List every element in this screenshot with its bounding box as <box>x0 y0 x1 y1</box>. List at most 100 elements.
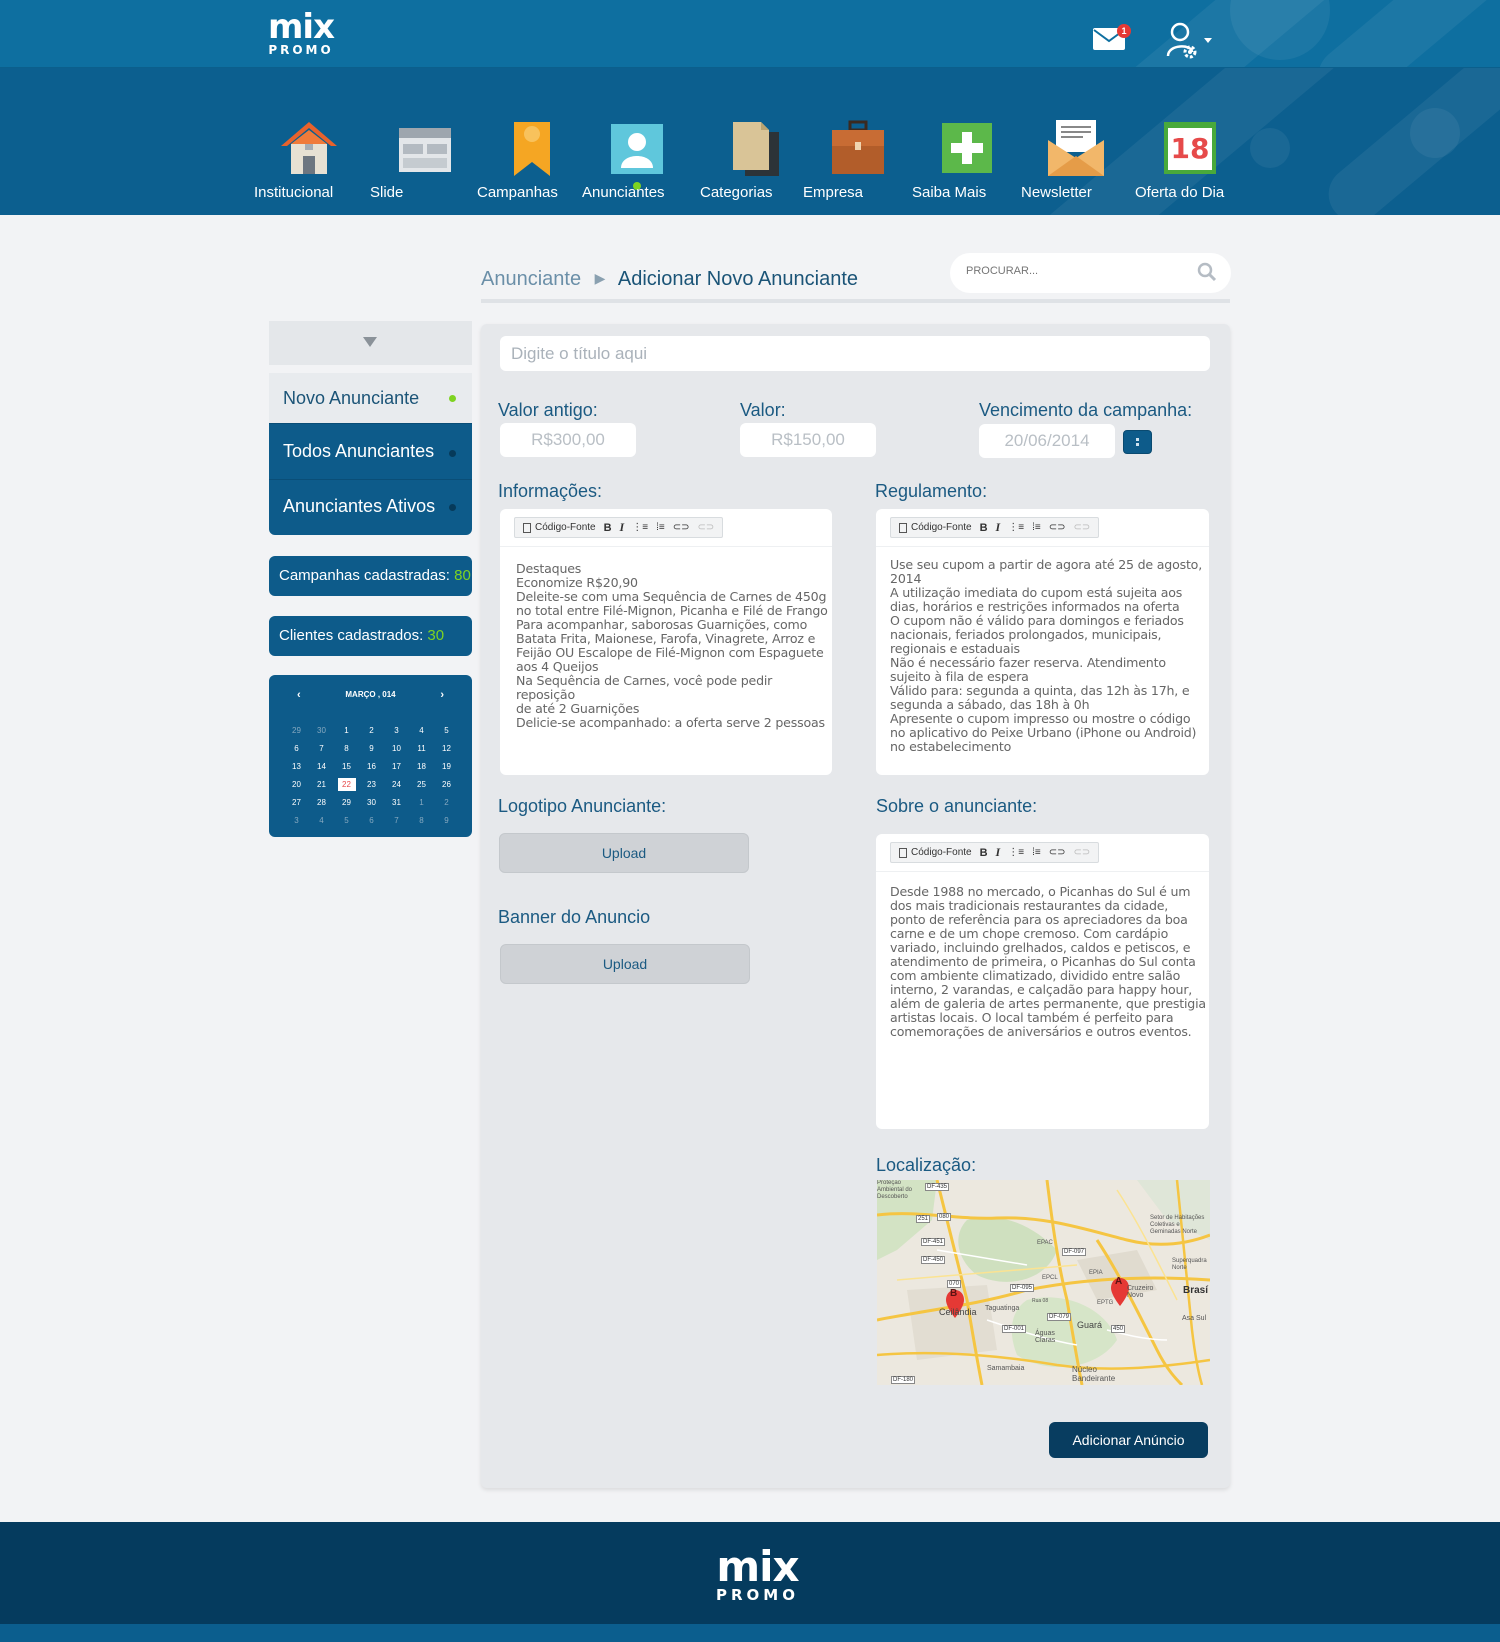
nav-item-institucional[interactable]: Institucional <box>254 118 364 201</box>
calendar-day[interactable]: 12 <box>434 740 459 758</box>
calendar-day[interactable]: 13 <box>284 758 309 776</box>
calendar-day[interactable]: 30 <box>309 722 334 740</box>
calendar-day[interactable]: 26 <box>434 776 459 794</box>
banner-upload-button[interactable]: Upload <box>500 944 750 984</box>
sidebar-toggle[interactable] <box>269 321 472 365</box>
nav-item-saiba-mais[interactable]: Saiba Mais <box>912 118 1022 201</box>
calendar-day[interactable]: 22 <box>334 776 359 794</box>
calendar-day[interactable]: 29 <box>334 794 359 812</box>
calendar-day[interactable]: 4 <box>409 722 434 740</box>
calendar-day[interactable]: 20 <box>284 776 309 794</box>
calendar-day[interactable]: 29 <box>284 722 309 740</box>
numbered-list-icon[interactable]: ⋮≡ <box>632 522 648 533</box>
unlink-icon[interactable]: ⊂⊃ <box>697 522 714 533</box>
envelope-icon[interactable]: 1 <box>1093 24 1131 55</box>
calendar-day[interactable]: 1 <box>334 722 359 740</box>
calendar-next-button[interactable]: › <box>440 687 444 703</box>
title-input[interactable] <box>500 336 1210 371</box>
nav-item-anunciantes[interactable]: Anunciantes <box>582 118 692 201</box>
calendar-day[interactable]: 7 <box>384 812 409 830</box>
briefcase-icon <box>828 118 888 178</box>
price-field[interactable] <box>740 423 876 457</box>
calendar-day[interactable]: 10 <box>384 740 409 758</box>
calendar-day[interactable]: 3 <box>284 812 309 830</box>
calendar-day[interactable]: 9 <box>359 740 384 758</box>
logo-upload-button[interactable]: Upload <box>499 833 749 873</box>
nav-item-newsletter[interactable]: Newsletter <box>1021 118 1131 201</box>
calendar-day[interactable]: 24 <box>384 776 409 794</box>
bullet-list-icon[interactable]: ⁞≡ <box>1032 522 1041 533</box>
nav-item-slide[interactable]: Slide <box>370 118 480 201</box>
bullet-list-icon[interactable]: ⁞≡ <box>656 522 665 533</box>
logo[interactable]: mix PROMO <box>268 10 335 56</box>
numbered-list-icon[interactable]: ⋮≡ <box>1008 522 1024 533</box>
sidebar-item-todos-anunciantes[interactable]: Todos Anunciantes <box>269 423 472 479</box>
calendar-day[interactable]: 17 <box>384 758 409 776</box>
unlink-icon[interactable]: ⊂⊃ <box>1073 522 1090 533</box>
calendar-day[interactable]: 1 <box>409 794 434 812</box>
date-picker-button[interactable] <box>1123 430 1152 454</box>
link-icon[interactable]: ⊂⊃ <box>1049 847 1066 858</box>
add-ad-button[interactable]: Adicionar Anúncio <box>1049 1422 1208 1458</box>
text-line: interno, 2 varandas, e calçadão para hap… <box>890 982 1193 997</box>
bold-button[interactable]: B <box>604 522 612 534</box>
calendar-day[interactable]: 2 <box>434 794 459 812</box>
calendar-day[interactable]: 8 <box>334 740 359 758</box>
footer-logo[interactable]: mix PROMO <box>716 1546 800 1603</box>
sidebar-item-novo-anunciante[interactable]: Novo Anunciante <box>269 373 472 423</box>
info-editor-content[interactable]: Destaques Economize R$20,90 Deleite-se com… <box>516 562 832 730</box>
calendar-day[interactable]: 21 <box>309 776 334 794</box>
calendar-day[interactable]: 11 <box>409 740 434 758</box>
calendar-day[interactable]: 4 <box>309 812 334 830</box>
rules-editor-content[interactable]: Use seu cupom a partir de agora até 25 d… <box>890 558 1202 754</box>
calendar-day[interactable]: 7 <box>309 740 334 758</box>
numbered-list-icon[interactable]: ⋮≡ <box>1008 847 1024 858</box>
search-input[interactable] <box>966 265 1186 277</box>
calendar-day[interactable]: 8 <box>409 812 434 830</box>
calendar-day[interactable]: 5 <box>334 812 359 830</box>
breadcrumb-parent[interactable]: Anunciante <box>481 268 581 290</box>
calendar-day[interactable]: 5 <box>434 722 459 740</box>
source-button[interactable]: Código-Fonte <box>899 522 972 533</box>
old-price-field[interactable] <box>500 423 636 457</box>
calendar-day[interactable]: 2 <box>359 722 384 740</box>
calendar-day[interactable]: 9 <box>434 812 459 830</box>
calendar-day[interactable]: 27 <box>284 794 309 812</box>
nav-item-empresa[interactable]: Empresa <box>803 118 913 201</box>
calendar-day[interactable]: 15 <box>334 758 359 776</box>
calendar-day[interactable]: 18 <box>409 758 434 776</box>
calendar-day[interactable]: 16 <box>359 758 384 776</box>
calendar-prev-button[interactable]: ‹ <box>297 687 301 703</box>
nav-item-campanhas[interactable]: Campanhas <box>477 118 587 201</box>
calendar-day[interactable]: 31 <box>384 794 409 812</box>
unlink-icon[interactable]: ⊂⊃ <box>1073 847 1090 858</box>
sidebar-item-anunciantes-ativos[interactable]: Anunciantes Ativos <box>269 479 472 535</box>
location-map[interactable]: A B Ceilândia Taguatinga Águas Claras Gu… <box>877 1180 1210 1385</box>
calendar-day[interactable]: 23 <box>359 776 384 794</box>
italic-button[interactable]: I <box>996 520 1001 535</box>
calendar-day[interactable]: 3 <box>384 722 409 740</box>
calendar-day[interactable]: 19 <box>434 758 459 776</box>
link-icon[interactable]: ⊂⊃ <box>673 522 690 533</box>
link-icon[interactable]: ⊂⊃ <box>1049 522 1066 533</box>
nav-item-oferta-do-dia[interactable]: 18 Oferta do Dia <box>1135 118 1245 201</box>
source-button[interactable]: Código-Fonte <box>523 522 596 533</box>
stat-campanhas: Campanhas cadastradas: 80 <box>269 556 472 596</box>
italic-button[interactable]: I <box>996 845 1001 860</box>
calendar-day[interactable]: 14 <box>309 758 334 776</box>
about-editor-content[interactable]: Desde 1988 no mercado, o Picanhas do Sul… <box>890 885 1206 1039</box>
bold-button[interactable]: B <box>980 847 988 859</box>
calendar-day[interactable]: 28 <box>309 794 334 812</box>
nav-item-categorias[interactable]: Categorias <box>700 118 810 201</box>
search-icon[interactable] <box>1197 262 1217 287</box>
calendar-day[interactable]: 6 <box>284 740 309 758</box>
bold-button[interactable]: B <box>980 522 988 534</box>
calendar-day[interactable]: 25 <box>409 776 434 794</box>
source-button[interactable]: Código-Fonte <box>899 847 972 858</box>
bullet-list-icon[interactable]: ⁞≡ <box>1032 847 1041 858</box>
user-gear-icon[interactable] <box>1166 22 1216 65</box>
calendar-day[interactable]: 6 <box>359 812 384 830</box>
expiry-date-field[interactable] <box>979 424 1115 458</box>
calendar-day[interactable]: 30 <box>359 794 384 812</box>
italic-button[interactable]: I <box>620 520 625 535</box>
